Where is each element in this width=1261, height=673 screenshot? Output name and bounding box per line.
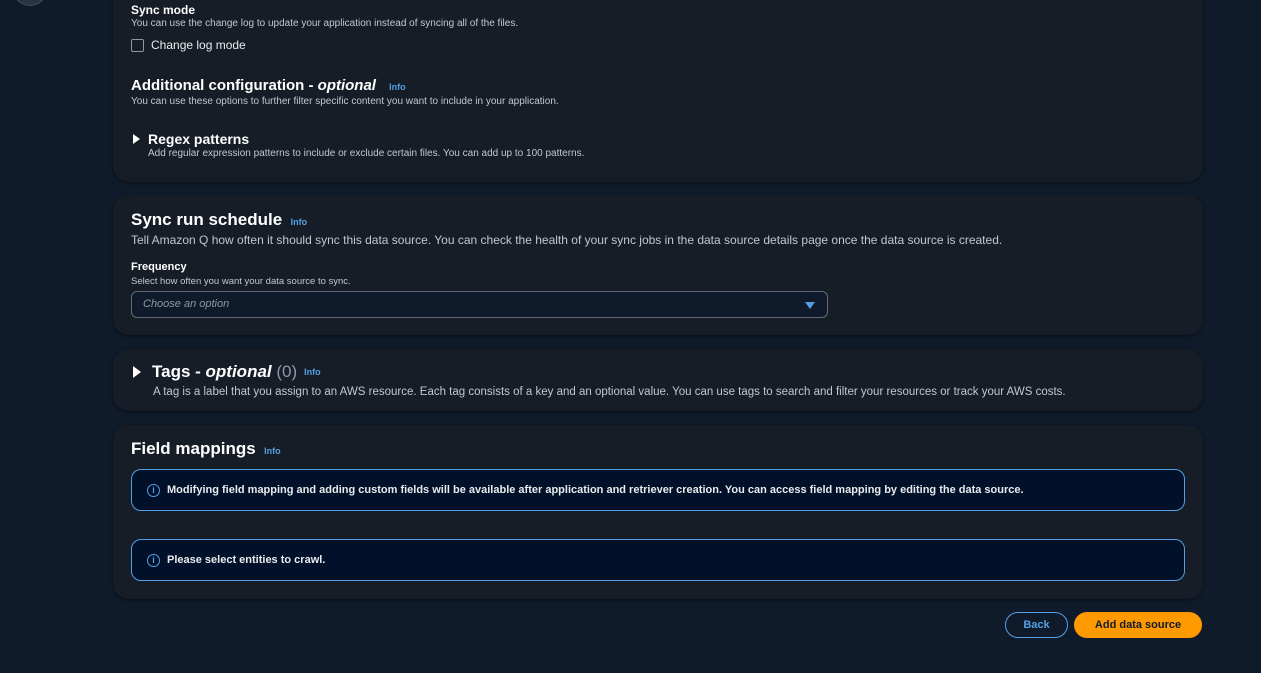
side-nav-toggle-button[interactable]: [14, 0, 46, 6]
frequency-select[interactable]: Choose an option: [131, 291, 828, 318]
back-button[interactable]: Back: [1005, 612, 1068, 638]
additional-configuration-title: Additional configuration -: [131, 77, 318, 94]
triangle-right-icon: [133, 134, 140, 144]
sync-run-schedule-description: Tell Amazon Q how often it should sync t…: [131, 233, 1003, 247]
tags-count: (0): [276, 362, 298, 381]
page: Sync mode You can use the change log to …: [0, 0, 1261, 673]
frequency-placeholder: Choose an option: [143, 298, 230, 310]
add-data-source-button[interactable]: Add data source: [1074, 612, 1202, 638]
tags-title: Tags -: [152, 362, 206, 381]
field-mappings-heading: Field mappings Info: [131, 439, 281, 459]
sync-run-schedule-info-link[interactable]: Info: [291, 217, 308, 227]
regex-patterns-expander[interactable]: Regex patterns: [133, 131, 249, 147]
sync-run-schedule-card: Sync run schedule Info Tell Amazon Q how…: [113, 195, 1203, 335]
additional-configuration-info-link[interactable]: Info: [389, 82, 406, 92]
sync-mode-description: You can use the change log to update you…: [131, 18, 519, 29]
change-log-mode-label: Change log mode: [151, 38, 246, 52]
sync-settings-card: Sync mode You can use the change log to …: [113, 0, 1203, 182]
alert-message: Modifying field mapping and adding custo…: [167, 484, 1024, 496]
info-circle-icon: i: [147, 484, 160, 497]
frequency-label: Frequency: [131, 261, 187, 273]
tags-info-link[interactable]: Info: [304, 367, 321, 377]
field-mappings-title: Field mappings: [131, 439, 256, 458]
additional-configuration-description: You can use these options to further fil…: [131, 96, 559, 107]
change-log-mode-option[interactable]: Change log mode: [131, 38, 246, 52]
tags-expander[interactable]: Tags - optional (0) Info: [133, 362, 321, 382]
sync-run-schedule-title: Sync run schedule: [131, 210, 283, 229]
chevron-down-icon: [805, 302, 815, 309]
change-log-mode-checkbox[interactable]: [131, 38, 144, 52]
regex-patterns-description: Add regular expression patterns to inclu…: [148, 148, 585, 159]
triangle-right-icon: [133, 366, 141, 378]
sync-run-schedule-heading: Sync run schedule Info: [131, 210, 307, 230]
frequency-description: Select how often you want your data sour…: [131, 276, 351, 287]
sync-mode-label: Sync mode: [131, 3, 196, 17]
field-mappings-card: Field mappings Info i Modifying field ma…: [113, 425, 1203, 599]
alert-message: Please select entities to crawl.: [167, 554, 326, 566]
field-mappings-info-link[interactable]: Info: [264, 446, 281, 456]
tags-optional: optional: [205, 362, 272, 381]
regex-patterns-title: Regex patterns: [148, 131, 250, 147]
select-entities-alert: i Please select entities to crawl.: [131, 539, 1185, 581]
additional-configuration-heading: Additional configuration - optional Info: [131, 77, 406, 94]
tags-description: A tag is a label that you assign to an A…: [153, 386, 1066, 398]
tags-card: Tags - optional (0) Info A tag is a labe…: [113, 349, 1203, 411]
tags-heading: Tags - optional (0): [152, 362, 297, 382]
info-circle-icon: i: [147, 554, 160, 567]
additional-configuration-optional: optional: [317, 77, 376, 94]
field-mapping-info-alert: i Modifying field mapping and adding cus…: [131, 469, 1185, 511]
